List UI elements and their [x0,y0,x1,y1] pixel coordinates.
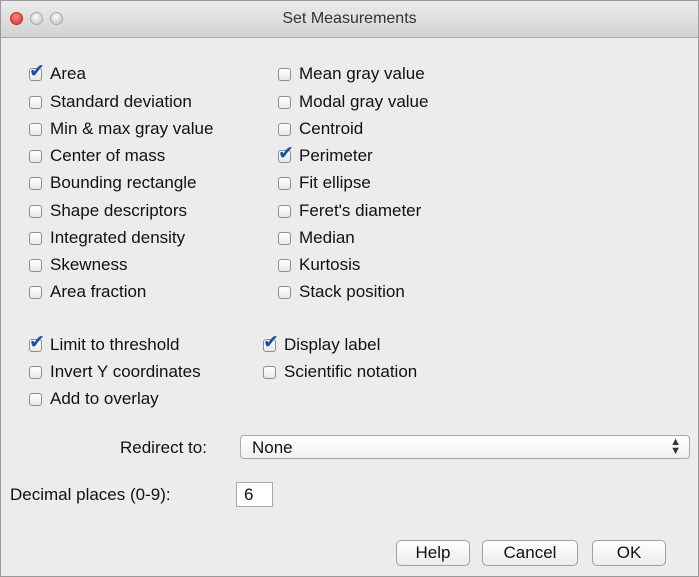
checkbox-perimeter[interactable]: ✔ Perimeter [278,143,373,167]
checkbox-integrated-density[interactable]: Integrated density [29,227,185,249]
checkbox-label: Kurtosis [299,255,361,274]
checkbox-bounding-rectangle[interactable]: Bounding rectangle [29,172,197,194]
checkbox-label: Centroid [299,119,364,138]
checkbox-label: Display label [284,335,381,354]
checkbox-label: Invert Y coordinates [50,362,201,381]
checkbox-modal-gray-value[interactable]: Modal gray value [278,91,428,113]
ok-button[interactable]: OK [592,540,666,566]
checkbox-label: Area [50,64,86,83]
checkbox-label: Integrated density [50,228,186,247]
cancel-button[interactable]: Cancel [482,540,578,566]
window-title: Set Measurements [282,10,417,27]
checkbox-display-label[interactable]: ✔ Display label [263,332,381,356]
checkbox-icon[interactable] [29,204,42,218]
checkbox-invert-y[interactable]: Invert Y coordinates [29,361,201,383]
checkbox-label: Shape descriptors [50,201,188,220]
checkbox-icon[interactable]: ✔ [278,143,294,163]
checkbox-icon[interactable] [278,122,291,136]
checkbox-icon[interactable] [29,285,42,299]
checkbox-label: Median [299,228,355,247]
checkbox-icon[interactable] [278,204,291,218]
title-bar: Set Measurements [1,1,698,38]
select-arrows-icon: ▲ ▼ [670,436,681,457]
checkbox-label: Skewness [50,255,128,274]
checkbox-label: Center of mass [50,146,166,165]
checkbox-label: Add to overlay [50,389,159,408]
checkbox-skewness[interactable]: Skewness [29,254,127,276]
checkbox-area[interactable]: ✔ Area [29,61,86,85]
checkbox-mean-gray-value[interactable]: Mean gray value [278,63,425,85]
checkbox-center-of-mass[interactable]: Center of mass [29,145,165,167]
checkbox-icon[interactable] [278,67,291,81]
checkbox-icon[interactable]: ✔ [29,61,45,81]
checkbox-centroid[interactable]: Centroid [278,118,363,140]
checkbox-shape-descriptors[interactable]: Shape descriptors [29,200,187,222]
checkbox-fit-ellipse[interactable]: Fit ellipse [278,172,371,194]
checkbox-label: Scientific notation [284,362,418,381]
checkbox-icon[interactable] [29,149,42,163]
checkmark-icon: ✔ [263,330,279,353]
checkbox-icon[interactable] [29,258,42,272]
checkbox-label: Feret's diameter [299,201,422,220]
checkbox-icon[interactable] [29,365,42,379]
checkmark-icon: ✔ [29,330,45,353]
checkbox-icon[interactable]: ✔ [29,332,45,352]
checkbox-min-max-gray[interactable]: Min & max gray value [29,118,213,140]
checkbox-icon[interactable] [29,231,42,245]
checkmark-icon: ✔ [29,59,45,82]
checkbox-icon[interactable] [263,365,276,379]
checkbox-icon[interactable] [29,392,42,406]
checkbox-median[interactable]: Median [278,227,355,249]
checkbox-icon[interactable] [29,176,42,190]
redirect-label: Redirect to: [120,438,207,457]
checkbox-label: Area fraction [50,282,147,301]
checkbox-label: Min & max gray value [50,119,214,138]
set-measurements-window: Set Measurements ✔ Area Standard deviati… [0,0,699,577]
checkbox-kurtosis[interactable]: Kurtosis [278,254,360,276]
checkbox-standard-deviation[interactable]: Standard deviation [29,91,192,113]
checkbox-icon[interactable] [278,285,291,299]
checkbox-icon[interactable] [278,95,291,109]
checkmark-icon: ✔ [278,141,294,164]
checkbox-scientific-notation[interactable]: Scientific notation [263,361,417,383]
checkbox-label: Stack position [299,282,405,301]
checkbox-label: Fit ellipse [299,173,371,192]
checkbox-limit-to-threshold[interactable]: ✔ Limit to threshold [29,332,180,356]
checkbox-icon[interactable] [29,95,42,109]
checkbox-label: Bounding rectangle [50,173,197,192]
checkbox-icon[interactable] [278,176,291,190]
redirect-selected-value: None [252,438,293,457]
checkbox-icon[interactable] [29,122,42,136]
checkbox-label: Modal gray value [299,92,429,111]
checkbox-add-to-overlay[interactable]: Add to overlay [29,388,159,410]
checkbox-stack-position[interactable]: Stack position [278,281,405,303]
checkbox-ferets-diameter[interactable]: Feret's diameter [278,200,421,222]
decimal-places-label: Decimal places (0-9): [10,485,171,504]
checkbox-label: Mean gray value [299,64,425,83]
redirect-select[interactable]: None ▲ ▼ [240,435,690,459]
checkbox-area-fraction[interactable]: Area fraction [29,281,146,303]
checkbox-icon[interactable]: ✔ [263,332,279,352]
checkbox-label: Standard deviation [50,92,192,111]
checkbox-icon[interactable] [278,258,291,272]
checkbox-label: Perimeter [299,146,373,165]
decimal-places-input[interactable]: 6 [236,482,273,507]
help-button[interactable]: Help [396,540,470,566]
checkbox-icon[interactable] [278,231,291,245]
checkbox-label: Limit to threshold [50,335,180,354]
